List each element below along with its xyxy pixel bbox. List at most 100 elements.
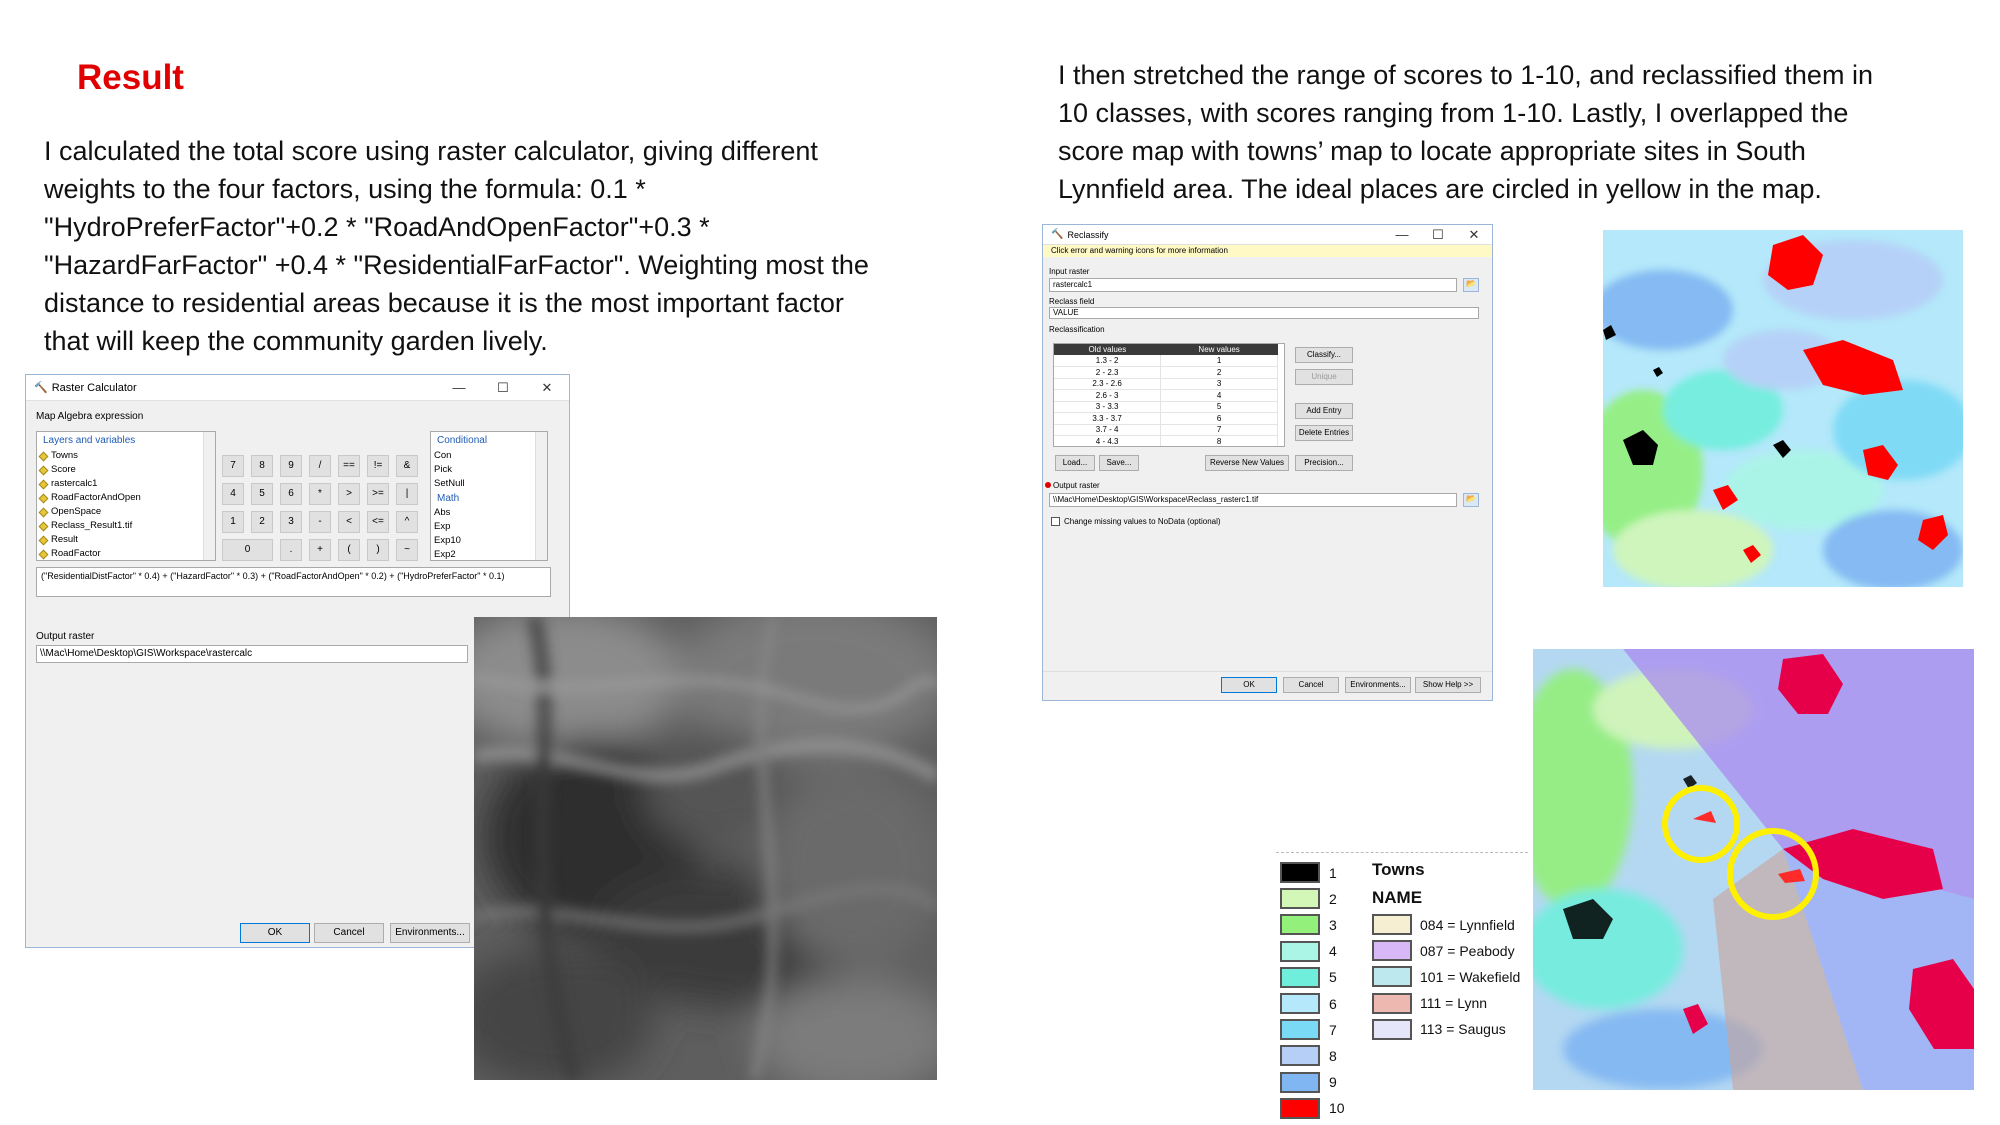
unique-button[interactable]: Unique — [1295, 369, 1353, 385]
new-value-cell[interactable]: 8 — [1160, 435, 1278, 446]
cancel-button[interactable]: Cancel — [1283, 677, 1339, 693]
reclass-row[interactable]: 4 - 4.3 8 — [1054, 435, 1278, 446]
conditional-item[interactable]: Con — [434, 449, 547, 463]
keypad-key[interactable]: ( — [338, 539, 360, 561]
close-button[interactable]: ✕ — [525, 380, 569, 396]
keypad-key[interactable]: 1 — [222, 511, 244, 533]
environments-button[interactable]: Environments... — [1345, 677, 1411, 693]
keypad-key[interactable]: 6 — [280, 483, 302, 505]
keypad-key[interactable]: 9 — [280, 455, 302, 477]
keypad-key[interactable]: == — [338, 455, 360, 477]
keypad-key[interactable]: 5 — [251, 483, 273, 505]
keypad-key[interactable]: 7 — [222, 455, 244, 477]
error-icon[interactable] — [1045, 482, 1051, 488]
keypad-key[interactable]: ) — [367, 539, 389, 561]
reclass-row[interactable]: 2.3 - 2.6 3 — [1054, 378, 1278, 390]
new-value-cell[interactable]: 5 — [1160, 401, 1278, 413]
reclass-row[interactable]: 2 - 2.3 2 — [1054, 366, 1278, 379]
classify-button[interactable]: Classify... — [1295, 347, 1353, 363]
ok-button[interactable]: OK — [1221, 677, 1277, 693]
expression-field[interactable]: ("ResidentialDistFactor" * 0.4) + ("Haza… — [36, 567, 551, 597]
ok-button[interactable]: OK — [240, 923, 310, 943]
new-value-cell[interactable]: 4 — [1160, 389, 1278, 402]
info-bar[interactable]: Click error and warning icons for more i… — [1043, 245, 1492, 257]
math-item[interactable]: Exp2 — [434, 548, 547, 562]
new-value-cell[interactable]: 1 — [1160, 355, 1278, 367]
reverse-new-values-button[interactable]: Reverse New Values — [1205, 455, 1289, 471]
input-raster-field[interactable]: rastercalc1 — [1049, 278, 1457, 292]
keypad-key[interactable]: 0 — [222, 539, 273, 561]
keypad-key[interactable]: > — [338, 483, 360, 505]
cancel-button[interactable]: Cancel — [314, 923, 384, 943]
folder-icon[interactable]: 📂 — [1463, 278, 1479, 292]
folder-icon[interactable]: 📂 — [1463, 493, 1479, 507]
output-raster-field[interactable]: \\Mac\Home\Desktop\GIS\Workspace\rasterc… — [36, 645, 468, 663]
conditional-item[interactable]: Pick — [434, 463, 547, 477]
math-item[interactable]: Exp — [434, 520, 547, 534]
tools-list[interactable]: Conditional Con Pick SetNull Math Abs Exp Ex… — [430, 431, 548, 561]
keypad-key[interactable]: & — [396, 455, 418, 477]
old-value-cell[interactable]: 3.3 - 3.7 — [1054, 412, 1162, 425]
keypad-key[interactable]: + — [309, 539, 331, 561]
load-button[interactable]: Load... — [1055, 455, 1095, 471]
math-item[interactable]: Abs — [434, 506, 547, 520]
new-value-cell[interactable]: 7 — [1160, 424, 1278, 436]
add-entry-button[interactable]: Add Entry — [1295, 403, 1353, 419]
keypad-key[interactable]: ~ — [396, 539, 418, 561]
reclass-table[interactable]: Old values New values 1.3 - 212 - 2.3 2 2.… — [1053, 343, 1285, 447]
old-value-cell[interactable]: 4 - 4.3 — [1054, 435, 1162, 446]
old-value-cell[interactable]: 2.3 - 2.6 — [1054, 378, 1162, 390]
layers-list[interactable]: Layers and variables Towns Score rastercal… — [36, 431, 216, 561]
reclass-field-select[interactable]: VALUE — [1049, 307, 1479, 319]
keypad-key[interactable]: <= — [367, 511, 389, 533]
keypad-key[interactable]: ^ — [396, 511, 418, 533]
close-button[interactable]: ✕ — [1456, 227, 1492, 243]
keypad-key[interactable]: < — [338, 511, 360, 533]
conditional-item[interactable]: SetNull — [434, 477, 547, 491]
old-value-cell[interactable]: 3.7 - 4 — [1054, 424, 1162, 436]
maximize-button[interactable]: ☐ — [481, 380, 525, 396]
save-button[interactable]: Save... — [1099, 455, 1139, 471]
layer-item[interactable]: RoadFactorAndOpen — [37, 491, 215, 505]
reclass-row[interactable]: 2.6 - 34 — [1054, 389, 1278, 402]
new-value-cell[interactable]: 6 — [1160, 412, 1278, 425]
tools-scrollbar[interactable] — [535, 432, 547, 560]
keypad-key[interactable]: * — [309, 483, 331, 505]
keypad-key[interactable]: != — [367, 455, 389, 477]
keypad-key[interactable]: 2 — [251, 511, 273, 533]
old-value-cell[interactable]: 1.3 - 2 — [1054, 355, 1162, 367]
show-help-button[interactable]: Show Help >> — [1415, 677, 1481, 693]
minimize-button[interactable]: — — [1384, 227, 1420, 242]
old-value-cell[interactable]: 3 - 3.3 — [1054, 401, 1162, 413]
math-item[interactable]: Exp10 — [434, 534, 547, 548]
nodata-option[interactable]: Change missing values to NoData (optiona… — [1051, 517, 1221, 526]
layer-item[interactable]: RoadFactor — [37, 547, 215, 561]
layer-item[interactable]: OpenSpace — [37, 505, 215, 519]
layer-item[interactable]: Result — [37, 533, 215, 547]
layer-item[interactable]: Score — [37, 463, 215, 477]
keypad-key[interactable]: 8 — [251, 455, 273, 477]
delete-entries-button[interactable]: Delete Entries — [1295, 425, 1353, 441]
keypad-key[interactable]: 3 — [280, 511, 302, 533]
keypad-key[interactable]: 4 — [222, 483, 244, 505]
reclass-output-field[interactable]: \\Mac\Home\Desktop\GIS\Workspace\Reclass… — [1049, 493, 1457, 507]
old-value-cell[interactable]: 2.6 - 3 — [1054, 389, 1162, 402]
environments-button[interactable]: Environments... — [390, 923, 470, 943]
new-value-cell[interactable]: 3 — [1160, 378, 1278, 390]
layers-scrollbar[interactable] — [203, 432, 215, 560]
nodata-checkbox[interactable] — [1051, 517, 1060, 526]
layer-item[interactable]: Towns — [37, 449, 215, 463]
reclass-row[interactable]: 3 - 3.3 5 — [1054, 401, 1278, 413]
reclass-row[interactable]: 3.7 - 47 — [1054, 424, 1278, 436]
new-value-cell[interactable]: 2 — [1160, 366, 1278, 379]
keypad-key[interactable]: / — [309, 455, 331, 477]
reclass-row[interactable]: 1.3 - 21 — [1054, 355, 1278, 367]
layer-item[interactable]: Reclass_Result1.tif — [37, 519, 215, 533]
precision-button[interactable]: Precision... — [1295, 455, 1353, 471]
dialog-scrollbar[interactable] — [554, 411, 566, 561]
keypad-key[interactable]: | — [396, 483, 418, 505]
layer-item[interactable]: rastercalc1 — [37, 477, 215, 491]
keypad-key[interactable]: >= — [367, 483, 389, 505]
maximize-button[interactable]: ☐ — [1420, 227, 1456, 243]
keypad-key[interactable]: . — [280, 539, 302, 561]
